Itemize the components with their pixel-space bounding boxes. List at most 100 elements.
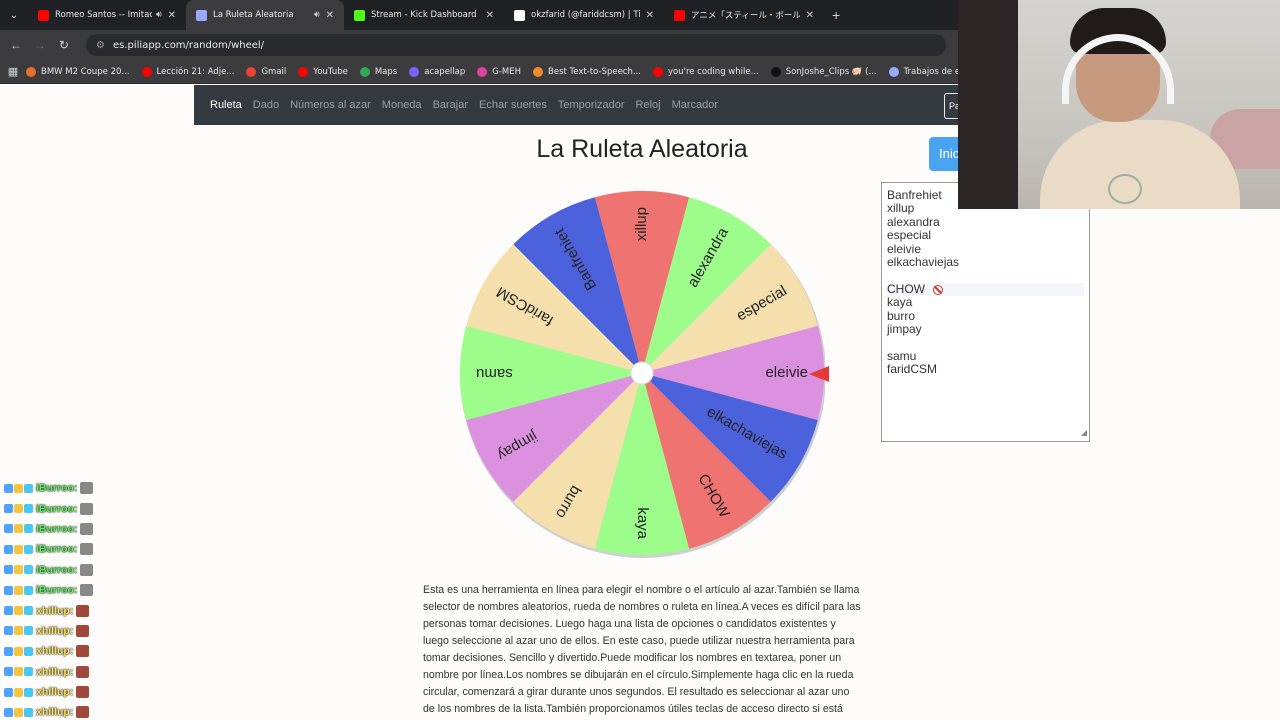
tiktok-favicon-icon — [514, 9, 525, 21]
url-input[interactable]: ⚙ es.piliapp.com/random/wheel/ — [86, 34, 946, 56]
name-line: jimpay — [887, 321, 1084, 336]
nav-link[interactable]: Reloj — [636, 99, 661, 111]
nav-link[interactable]: Moneda — [382, 99, 422, 111]
youtube-favicon-icon — [674, 9, 685, 21]
forward-icon[interactable]: → — [28, 38, 52, 52]
bookmark-item[interactable]: SonJoshe_Clips 🐖 (... — [770, 66, 877, 77]
apps-grid-icon[interactable]: ▦ — [0, 65, 26, 78]
site-info-icon[interactable]: ⚙ — [96, 40, 105, 51]
wheel-segment-label: samu — [476, 365, 513, 382]
name-text: jimpay — [887, 321, 922, 336]
bookmark-item[interactable]: Lección 21: Adje... — [141, 66, 234, 77]
bookmark-item[interactable]: Gmail — [246, 66, 286, 77]
chat-message: xhillup: — [4, 662, 134, 682]
chat-message: iBurroo: — [4, 498, 134, 518]
bookmark-favicon-icon — [652, 66, 663, 77]
bookmark-item[interactable]: BMW M2 Coupe 20... — [26, 66, 130, 77]
browser-tab[interactable]: アニメ「スティール・ボール・ラン ジョジ ✕ — [664, 0, 824, 30]
tab-search-icon[interactable]: ⌄ — [0, 0, 28, 30]
tab-title: La Ruleta Aleatoria — [213, 10, 294, 20]
nav-link[interactable]: Temporizador — [558, 99, 625, 111]
url-text: es.piliapp.com/random/wheel/ — [112, 39, 265, 51]
close-tab-icon[interactable]: ✕ — [486, 10, 494, 21]
chat-badge-icon — [14, 626, 23, 636]
chat-message: xhillup: — [4, 641, 134, 661]
wheel-hub[interactable] — [630, 361, 654, 385]
names-textarea[interactable]: Banfrehiet xillup alexandra especial eleivie… — [881, 182, 1090, 442]
close-tab-icon[interactable]: ✕ — [168, 10, 176, 21]
chat-badge-icon — [24, 667, 33, 677]
name-text: CHOW — [887, 281, 925, 296]
chat-emote-icon — [76, 645, 90, 658]
browser-tab[interactable]: okzfarid (@fariddcsm) | TikTok ✕ — [504, 0, 664, 30]
name-text: faridCSM — [887, 362, 938, 377]
back-icon[interactable]: ← — [4, 38, 28, 52]
tab-title: Romeo Santos -- Imitadora — [55, 10, 152, 20]
name-text: especial — [887, 228, 932, 243]
close-tab-icon[interactable]: ✕ — [806, 10, 814, 21]
chat-badge-icon — [14, 504, 23, 514]
bookmark-label: YouTube — [313, 66, 348, 77]
chat-message: iBurroo: — [4, 580, 134, 600]
chat-emote-icon — [80, 502, 94, 515]
bookmark-item[interactable]: Best Text-to-Speech... — [533, 66, 641, 77]
nav-right-button[interactable]: Pa — [944, 93, 958, 119]
resize-grip-icon[interactable]: ◢ — [1081, 426, 1087, 439]
close-tab-icon[interactable]: ✕ — [646, 10, 654, 21]
name-text: eleivie — [887, 241, 922, 256]
nav-link[interactable]: Dado — [253, 99, 279, 111]
chat-badge-icon — [24, 585, 33, 595]
chat-message: iBurroo: — [4, 478, 134, 498]
bookmark-favicon-icon — [409, 66, 420, 77]
bookmark-item[interactable]: you're coding while... — [652, 66, 759, 77]
wheel-pointer-icon — [809, 366, 829, 382]
bookmark-favicon-icon — [26, 66, 36, 77]
bookmark-label: acapellap — [424, 66, 466, 77]
name-line: burro — [887, 309, 1084, 323]
name-line — [887, 336, 1084, 349]
nav-link[interactable]: Barajar — [433, 99, 468, 111]
name-line — [887, 269, 1084, 282]
chat-badge-icon — [4, 687, 13, 697]
chat-username: iBurroo: — [36, 482, 78, 495]
chat-emote-icon — [80, 522, 94, 535]
browser-tab-active[interactable]: La Ruleta Aleatoria 🔊︎ ✕ — [186, 0, 344, 30]
wheel-segment-label: eleivie — [765, 364, 808, 381]
chat-badge-icon — [4, 504, 13, 514]
chat-badge-icon — [14, 687, 23, 697]
chat-badge-icon — [14, 606, 23, 616]
bookmark-favicon-icon — [770, 66, 781, 77]
bookmark-item[interactable]: Maps — [359, 66, 397, 77]
page-title: La Ruleta Aleatoria — [536, 135, 748, 163]
new-tab-icon[interactable]: + — [832, 7, 840, 23]
reload-icon[interactable]: ↻ — [52, 38, 76, 52]
nav-link[interactable]: Números al azar — [290, 99, 371, 111]
chat-badge-icon — [4, 626, 13, 636]
chat-username: iBurroo: — [36, 522, 78, 535]
name-line: alexandra — [887, 215, 1084, 229]
bookmark-item[interactable]: YouTube — [298, 66, 348, 77]
name-text: Banfrehiet — [887, 188, 942, 202]
chat-username: xhillup: — [36, 624, 74, 637]
bookmark-item[interactable]: acapellap — [409, 66, 466, 77]
close-tab-icon[interactable]: ✕ — [326, 10, 334, 21]
nav-link[interactable]: Ruleta — [210, 99, 242, 111]
nav-link[interactable]: Marcador — [672, 99, 718, 111]
name-line: samu — [887, 349, 1084, 363]
nav-link[interactable]: Echar suertes — [479, 99, 547, 111]
browser-tab[interactable]: Romeo Santos -- Imitadora 🔊︎ ✕ — [28, 0, 186, 30]
chat-emote-icon — [76, 624, 90, 637]
speaker-icon[interactable]: 🔊︎ — [156, 10, 162, 20]
bookmark-item[interactable]: G-MEH — [477, 66, 521, 77]
chat-badge-icon — [14, 524, 23, 534]
chat-message: iBurroo: — [4, 519, 134, 539]
chat-badge-icon — [14, 646, 23, 656]
speaker-icon[interactable]: 🔊︎ — [314, 10, 320, 20]
name-line: elkachaviejas — [887, 255, 1084, 269]
roulette-wheel[interactable]: xillupalexandraespecialeleivieelkachavie… — [459, 181, 825, 565]
chat-username: xhillup: — [36, 604, 74, 617]
chat-username: xhillup: — [36, 686, 74, 699]
browser-tab[interactable]: Stream - Kick Dashboard ✕ — [344, 0, 504, 30]
chat-badge-icon — [14, 483, 23, 493]
chat-emote-icon — [80, 584, 94, 597]
